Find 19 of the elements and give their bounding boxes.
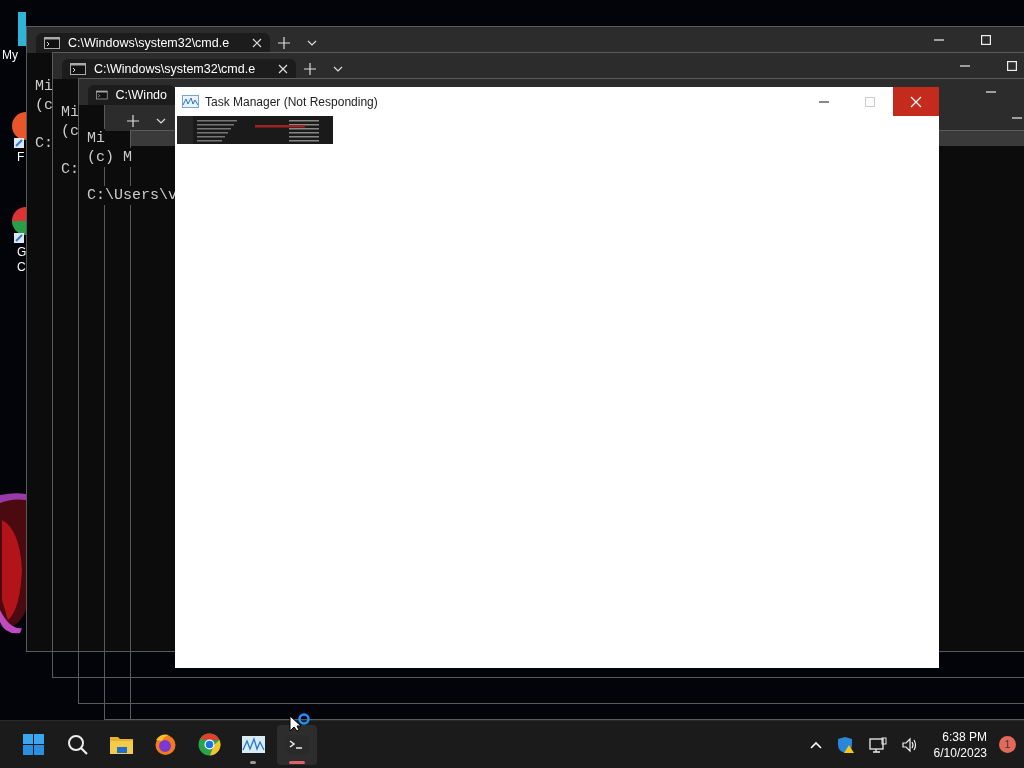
console-text: Mi (87, 129, 105, 148)
icon-label: G (17, 245, 27, 260)
tab-title: C:\Windows\system32\cmd.e (94, 60, 256, 78)
window-title: Task Manager (Not Responding) (205, 93, 378, 111)
icon-label: My (2, 48, 18, 63)
notification-badge[interactable]: 1 (999, 736, 1016, 753)
icon-label: F (17, 150, 25, 165)
clock-time: 6:38 PM (941, 728, 987, 745)
clock-date: 6/10/2023 (933, 744, 987, 761)
terminal-tab[interactable]: C:\Windows\system32\cmd.e (36, 33, 270, 53)
console-text: (c (61, 122, 79, 141)
tab-title: C:\Windo (115, 86, 167, 104)
terminal-tab[interactable]: C:\Windo (88, 85, 175, 105)
console-text: C:\Users\v (87, 186, 177, 205)
console-text: (c (35, 96, 53, 115)
icon-label: C (17, 260, 26, 275)
console-text: (c) M (87, 148, 132, 167)
tab-title: C:\Windows\system32\cmd.e (68, 34, 230, 52)
terminal-tab[interactable]: C:\Windows\system32\cmd.e (62, 59, 296, 79)
